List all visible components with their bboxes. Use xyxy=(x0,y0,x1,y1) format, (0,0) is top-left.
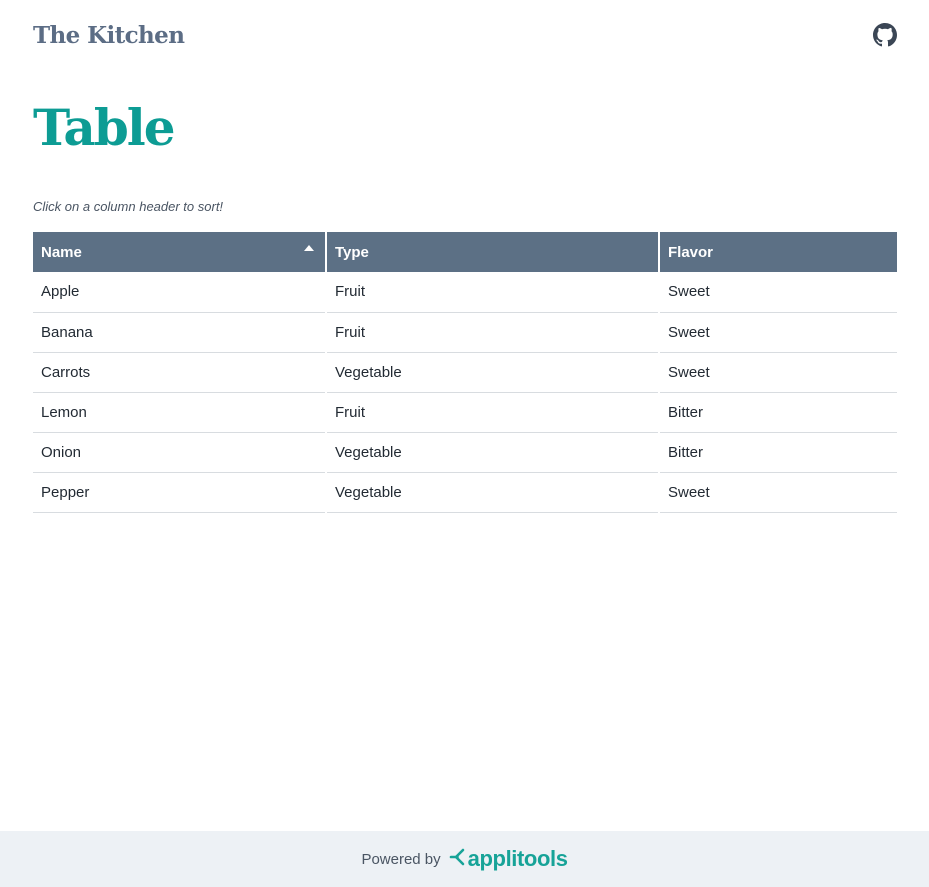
github-icon xyxy=(873,23,897,47)
column-header-label: Type xyxy=(335,243,369,261)
cell-type: Vegetable xyxy=(326,472,660,513)
column-header-name[interactable]: Name xyxy=(33,232,327,272)
cell-flavor: Sweet xyxy=(659,272,897,313)
site-header: The Kitchen xyxy=(33,18,897,52)
table-row: Carrots Vegetable Sweet xyxy=(33,352,897,393)
column-header-label: Flavor xyxy=(668,243,714,261)
produce-table: Name Type Flavor Apple Fruit Sweet Banan… xyxy=(33,232,897,513)
table-header-row: Name Type Flavor xyxy=(33,232,897,272)
cell-type: Vegetable xyxy=(326,432,660,473)
column-header-flavor[interactable]: Flavor xyxy=(659,232,897,272)
applitools-logo-link[interactable]: applitools xyxy=(449,846,568,872)
cell-flavor: Sweet xyxy=(659,312,897,353)
powered-by-label: Powered by xyxy=(361,850,441,868)
cell-type: Fruit xyxy=(326,392,660,433)
cell-name: Onion xyxy=(33,432,327,473)
table-row: Lemon Fruit Bitter xyxy=(33,392,897,433)
table-row: Pepper Vegetable Sweet xyxy=(33,472,897,513)
cell-name: Apple xyxy=(33,272,327,313)
sort-hint: Click on a column header to sort! xyxy=(33,199,224,214)
applitools-mark-icon xyxy=(449,846,465,872)
cell-name: Pepper xyxy=(33,472,327,513)
cell-flavor: Bitter xyxy=(659,432,897,473)
cell-flavor: Sweet xyxy=(659,472,897,513)
cell-name: Banana xyxy=(33,312,327,353)
site-footer: Powered by applitools xyxy=(0,831,929,887)
cell-name: Carrots xyxy=(33,352,327,393)
cell-flavor: Bitter xyxy=(659,392,897,433)
table-row: Banana Fruit Sweet xyxy=(33,312,897,353)
page-title: Table xyxy=(33,98,176,157)
applitools-logo-text: applitools xyxy=(467,846,568,871)
cell-flavor: Sweet xyxy=(659,352,897,393)
github-link[interactable] xyxy=(873,23,897,47)
powered-by: Powered by applitools xyxy=(361,846,568,872)
column-header-type[interactable]: Type xyxy=(326,232,660,272)
cell-type: Fruit xyxy=(326,312,660,353)
table-row: Apple Fruit Sweet xyxy=(33,272,897,313)
cell-name: Lemon xyxy=(33,392,327,433)
brand-link[interactable]: The Kitchen xyxy=(33,22,185,49)
sort-ascending-icon xyxy=(304,245,314,251)
column-header-label: Name xyxy=(41,243,82,261)
table-row: Onion Vegetable Bitter xyxy=(33,432,897,473)
cell-type: Vegetable xyxy=(326,352,660,393)
page: The Kitchen Table Click on a column head… xyxy=(0,0,929,887)
cell-type: Fruit xyxy=(326,272,660,313)
